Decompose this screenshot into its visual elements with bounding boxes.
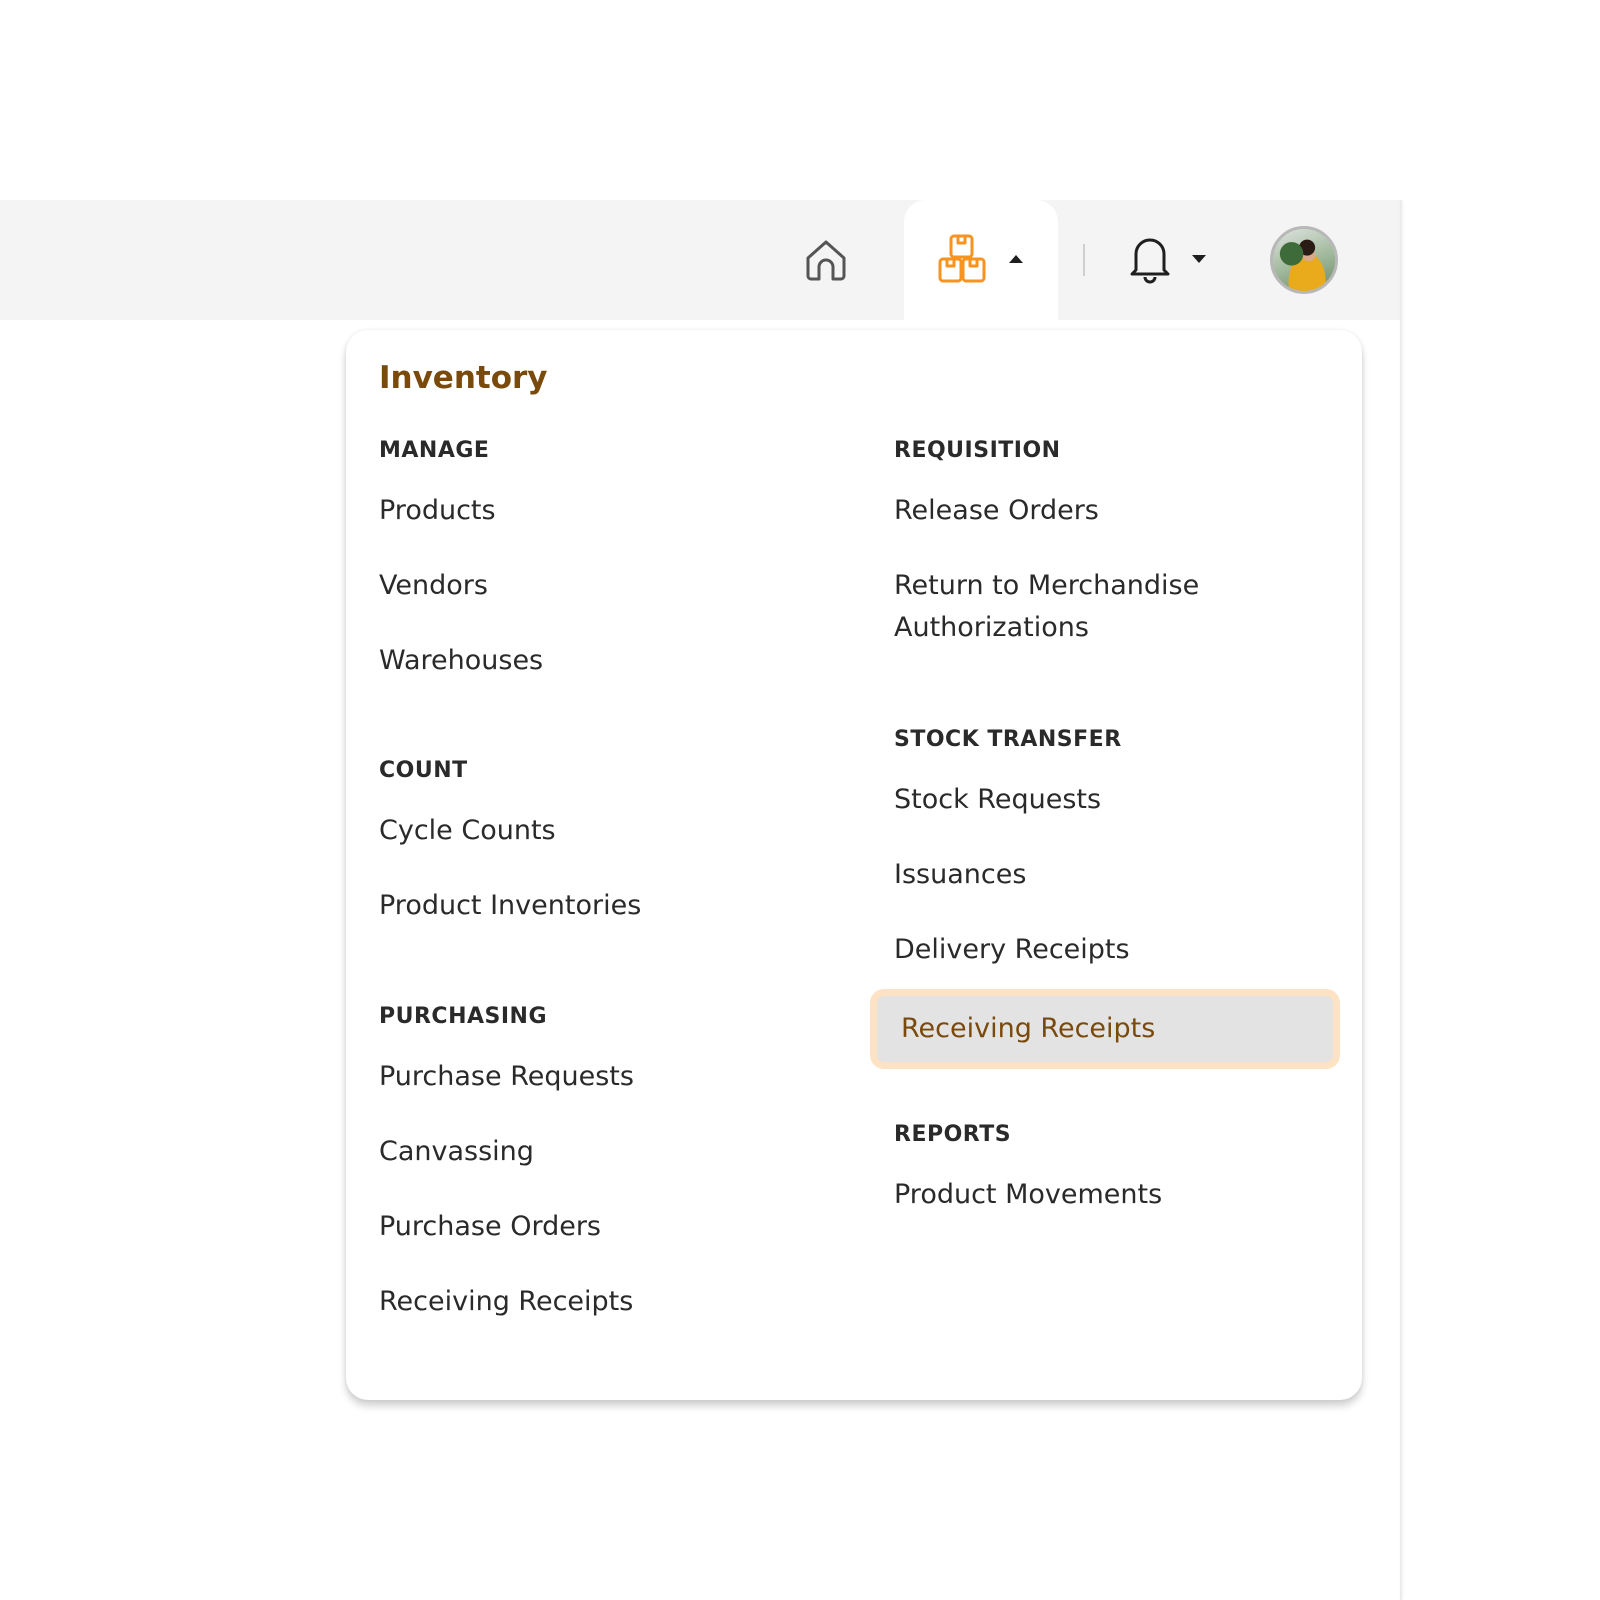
- user-avatar[interactable]: [1270, 226, 1338, 294]
- caret-up-icon: [1009, 255, 1023, 263]
- inventory-menu-button[interactable]: [930, 228, 1030, 290]
- menu-item-cycle-counts[interactable]: Cycle Counts: [379, 810, 556, 852]
- section-heading-stock-transfer: STOCK TRANSFER: [894, 727, 1122, 752]
- menu-item-release-orders[interactable]: Release Orders: [894, 490, 1099, 532]
- menu-item-vendors[interactable]: Vendors: [379, 565, 488, 607]
- menu-item-delivery-receipts[interactable]: Delivery Receipts: [894, 929, 1130, 971]
- section-heading-manage: MANAGE: [379, 438, 490, 463]
- menu-item-receiving-receipts-purchasing[interactable]: Receiving Receipts: [379, 1281, 633, 1323]
- menu-item-canvassing[interactable]: Canvassing: [379, 1131, 534, 1173]
- menu-item-products[interactable]: Products: [379, 490, 496, 532]
- menu-item-warehouses[interactable]: Warehouses: [379, 640, 543, 682]
- inventory-dropdown-menu: Inventory MANAGE Products Vendors Wareho…: [346, 330, 1362, 1400]
- menu-item-return-to-merchandise-authorizations[interactable]: Return to Merchandise Authorizations: [894, 565, 1254, 649]
- menu-item-product-inventories[interactable]: Product Inventories: [379, 885, 641, 927]
- menu-item-stock-requests[interactable]: Stock Requests: [894, 779, 1101, 821]
- section-heading-count: COUNT: [379, 758, 468, 783]
- boxes-stack-icon: [938, 234, 986, 283]
- menu-item-purchase-orders[interactable]: Purchase Orders: [379, 1206, 601, 1248]
- section-heading-requisition: REQUISITION: [894, 438, 1061, 463]
- menu-item-product-movements[interactable]: Product Movements: [894, 1174, 1162, 1216]
- content-edge-divider: [1400, 200, 1402, 1600]
- notifications-button[interactable]: [1122, 228, 1212, 290]
- bell-icon: [1130, 238, 1170, 284]
- home-icon: [806, 240, 846, 281]
- menu-item-purchase-requests[interactable]: Purchase Requests: [379, 1056, 634, 1098]
- section-heading-purchasing: PURCHASING: [379, 1004, 548, 1029]
- caret-down-icon: [1192, 255, 1206, 263]
- menu-item-receiving-receipts-stock-transfer-active[interactable]: Receiving Receipts: [870, 989, 1340, 1069]
- section-heading-reports: REPORTS: [894, 1122, 1012, 1147]
- menu-item-issuances[interactable]: Issuances: [894, 854, 1026, 896]
- dropdown-title: Inventory: [379, 360, 548, 396]
- home-button[interactable]: [790, 232, 862, 288]
- toolbar-separator: [1083, 244, 1085, 276]
